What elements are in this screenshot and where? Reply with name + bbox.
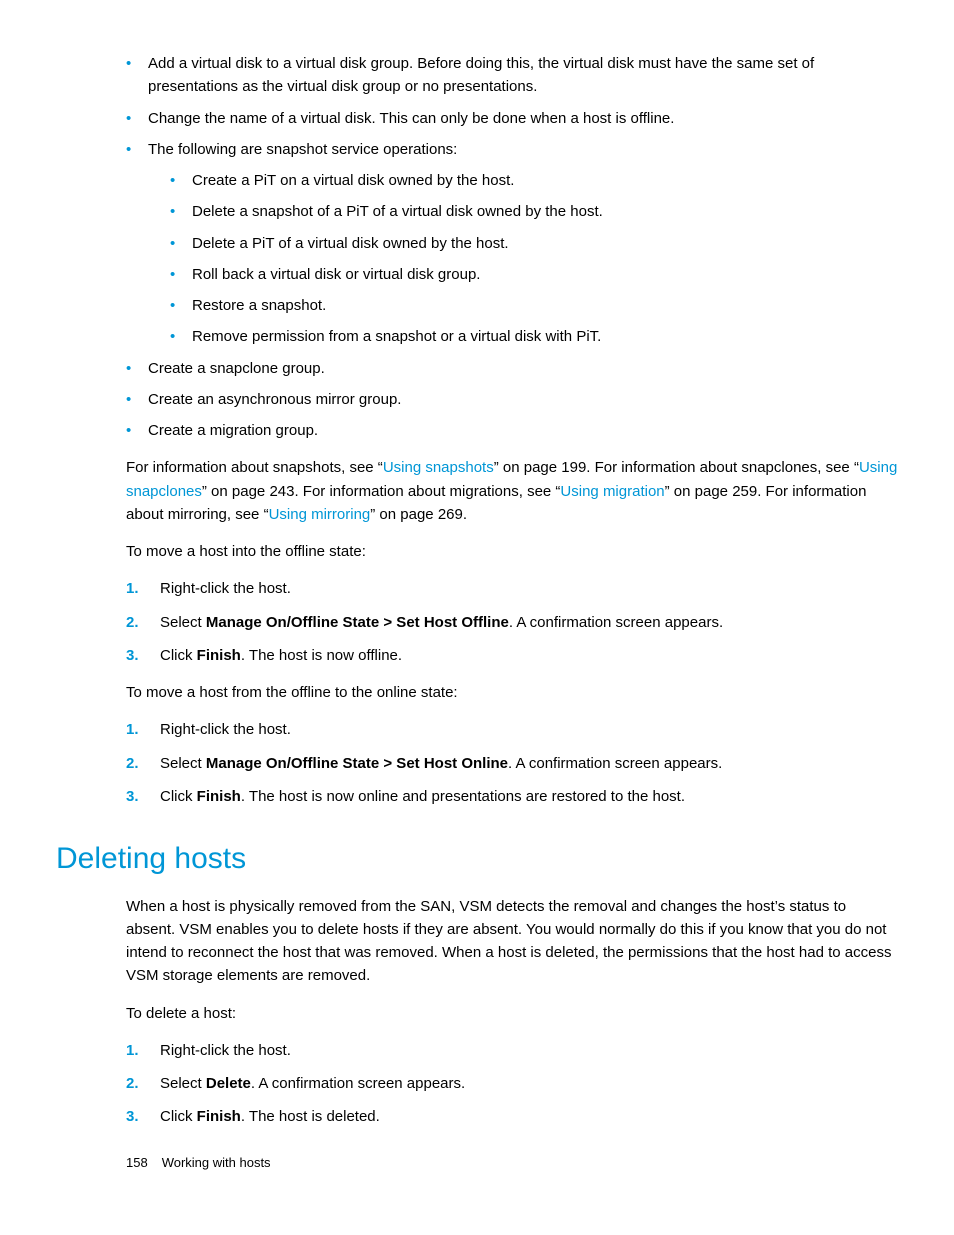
text: ” on page 269. xyxy=(370,506,467,523)
step-text: Select xyxy=(160,614,206,631)
step-text: Click xyxy=(160,647,197,664)
step-item: Select Manage On/Offline State > Set Hos… xyxy=(126,752,898,775)
list-item: Delete a snapshot of a PiT of a virtual … xyxy=(170,200,898,223)
link-using-mirroring[interactable]: Using mirroring xyxy=(269,506,371,523)
step-bold: Finish xyxy=(197,1108,241,1125)
deleting-para: When a host is physically removed from t… xyxy=(126,895,898,988)
list-text: Create a snapclone group. xyxy=(148,360,325,377)
step-text: Right-click the host. xyxy=(160,721,291,738)
step-text: Click xyxy=(160,788,197,805)
step-text: Right-click the host. xyxy=(160,1042,291,1059)
list-item: Create an asynchronous mirror group. xyxy=(126,388,898,411)
step-item: Click Finish. The host is now offline. xyxy=(126,644,898,667)
step-bold: Delete xyxy=(206,1075,251,1092)
list-text: The following are snapshot service opera… xyxy=(148,141,457,158)
link-using-snapshots[interactable]: Using snapshots xyxy=(383,459,494,476)
step-item: Click Finish. The host is now online and… xyxy=(126,785,898,808)
delete-steps: Right-click the host. Select Delete. A c… xyxy=(126,1039,898,1129)
step-text: Click xyxy=(160,1108,197,1125)
list-text: Add a virtual disk to a virtual disk gro… xyxy=(148,55,814,95)
step-text: . A confirmation screen appears. xyxy=(251,1075,465,1092)
step-bold: Manage On/Offline State > Set Host Onlin… xyxy=(206,755,508,772)
list-text: Roll back a virtual disk or virtual disk… xyxy=(192,266,480,283)
step-bold: Finish xyxy=(197,647,241,664)
list-item: Roll back a virtual disk or virtual disk… xyxy=(170,263,898,286)
step-bold: Finish xyxy=(197,788,241,805)
list-item: Create a migration group. xyxy=(126,419,898,442)
list-text: Restore a snapshot. xyxy=(192,297,326,314)
list-text: Delete a snapshot of a PiT of a virtual … xyxy=(192,203,603,220)
list-item: The following are snapshot service opera… xyxy=(126,138,898,349)
step-item: Select Manage On/Offline State > Set Hos… xyxy=(126,611,898,634)
step-text: Select xyxy=(160,1075,206,1092)
list-item: Change the name of a virtual disk. This … xyxy=(126,107,898,130)
offline-intro: To move a host into the offline state: xyxy=(126,540,898,563)
list-item: Delete a PiT of a virtual disk owned by … xyxy=(170,232,898,255)
list-text: Remove permission from a snapshot or a v… xyxy=(192,328,601,345)
step-text: . The host is now online and presentatio… xyxy=(241,788,685,805)
text: ” on page 199. For information about sna… xyxy=(494,459,859,476)
list-text: Delete a PiT of a virtual disk owned by … xyxy=(192,235,509,252)
step-item: Click Finish. The host is deleted. xyxy=(126,1105,898,1128)
link-using-migration[interactable]: Using migration xyxy=(560,483,664,500)
list-item: Create a PiT on a virtual disk owned by … xyxy=(170,169,898,192)
sub-bullet-list: Create a PiT on a virtual disk owned by … xyxy=(170,169,898,349)
list-text: Create a PiT on a virtual disk owned by … xyxy=(192,172,514,189)
list-text: Change the name of a virtual disk. This … xyxy=(148,110,674,127)
list-item: Add a virtual disk to a virtual disk gro… xyxy=(126,52,898,99)
offline-steps: Right-click the host. Select Manage On/O… xyxy=(126,577,898,667)
step-text: . A confirmation screen appears. xyxy=(509,614,723,631)
list-text: Create an asynchronous mirror group. xyxy=(148,391,401,408)
info-paragraph: For information about snapshots, see “Us… xyxy=(126,456,898,526)
step-text: Select xyxy=(160,755,206,772)
heading-deleting-hosts: Deleting hosts xyxy=(56,836,898,883)
document-page: Add a virtual disk to a virtual disk gro… xyxy=(0,0,954,1235)
step-item: Select Delete. A confirmation screen app… xyxy=(126,1072,898,1095)
step-item: Right-click the host. xyxy=(126,577,898,600)
footer-title: Working with hosts xyxy=(162,1155,271,1170)
step-text: . The host is deleted. xyxy=(241,1108,380,1125)
step-item: Right-click the host. xyxy=(126,718,898,741)
top-bullet-list: Add a virtual disk to a virtual disk gro… xyxy=(126,52,898,442)
list-item: Create a snapclone group. xyxy=(126,357,898,380)
step-text: . The host is now offline. xyxy=(241,647,402,664)
page-content: Add a virtual disk to a virtual disk gro… xyxy=(126,52,898,1129)
page-number: 158 xyxy=(126,1155,148,1170)
online-steps: Right-click the host. Select Manage On/O… xyxy=(126,718,898,808)
list-text: Create a migration group. xyxy=(148,422,318,439)
text: ” on page 243. For information about mig… xyxy=(202,483,561,500)
step-bold: Manage On/Offline State > Set Host Offli… xyxy=(206,614,509,631)
list-item: Remove permission from a snapshot or a v… xyxy=(170,325,898,348)
page-footer: 158 Working with hosts xyxy=(126,1153,271,1173)
step-item: Right-click the host. xyxy=(126,1039,898,1062)
step-text: . A confirmation screen appears. xyxy=(508,755,722,772)
text: For information about snapshots, see “ xyxy=(126,459,383,476)
delete-intro: To delete a host: xyxy=(126,1002,898,1025)
list-item: Restore a snapshot. xyxy=(170,294,898,317)
step-text: Right-click the host. xyxy=(160,580,291,597)
online-intro: To move a host from the offline to the o… xyxy=(126,681,898,704)
